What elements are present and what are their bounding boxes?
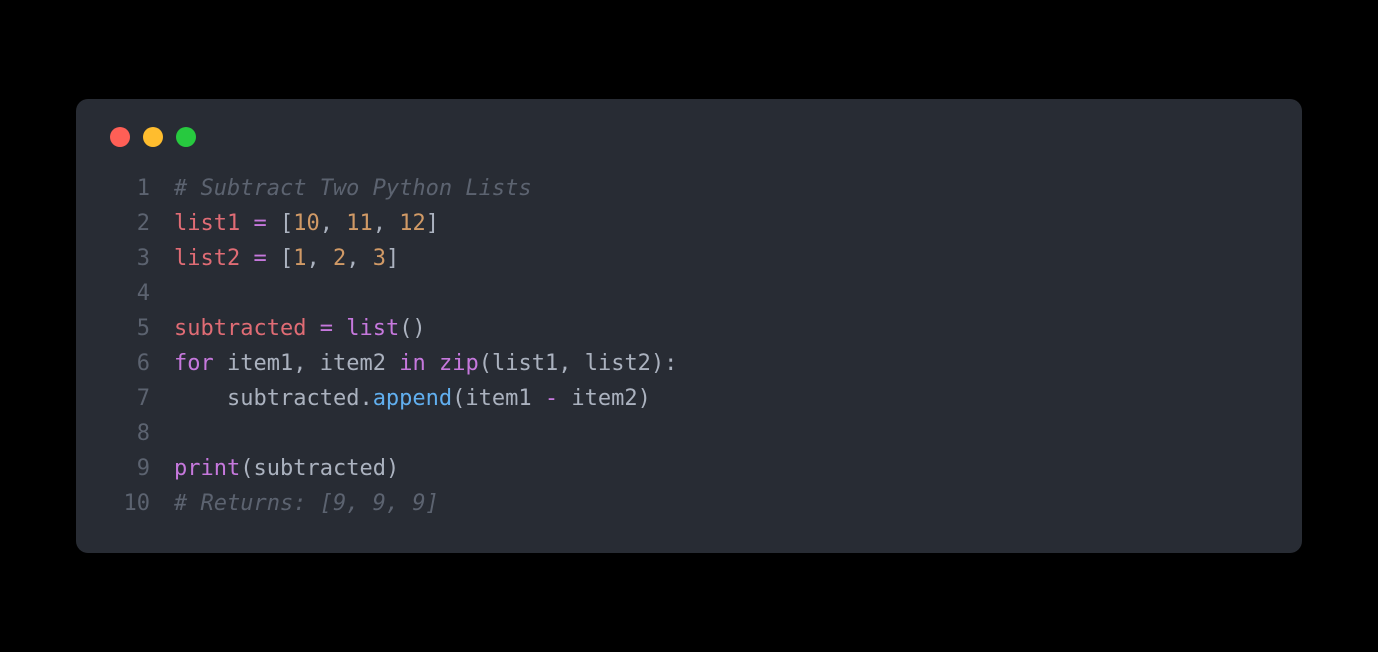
code-line[interactable]: 5 subtracted = list() [108, 311, 1270, 346]
code-token: # Returns: [9, 9, 9] [174, 491, 439, 516]
code-line[interactable]: 3list2 = [1, 2, 3] [108, 241, 1270, 276]
code-token [558, 386, 571, 411]
code-token: zip [439, 351, 479, 376]
code-token: list2 [585, 351, 651, 376]
code-line[interactable]: 6 for item1, item2 in zip(list1, list2): [108, 346, 1270, 381]
code-line[interactable]: 7 subtracted.append(item1 - item2) [108, 381, 1270, 416]
code-token: . [359, 386, 372, 411]
code-token: ): [651, 351, 678, 376]
line-number: 2 [108, 206, 150, 241]
code-token [532, 386, 545, 411]
minimize-icon[interactable] [143, 127, 163, 147]
code-line[interactable]: 4 [108, 276, 1270, 311]
line-number: 5 [108, 311, 150, 346]
code-token [386, 351, 399, 376]
code-token [267, 211, 280, 236]
code-line[interactable]: 10 # Returns: [9, 9, 9] [108, 486, 1270, 521]
line-number: 3 [108, 241, 150, 276]
code-token: = [253, 246, 266, 271]
line-number: 8 [108, 416, 150, 451]
code-token: in [399, 351, 426, 376]
code-token: , [373, 211, 400, 236]
code-token: 11 [346, 211, 373, 236]
line-number: 4 [108, 276, 150, 311]
line-number: 10 [108, 486, 150, 521]
code-token: for [174, 351, 214, 376]
code-token: item2 [571, 386, 637, 411]
line-content: # Subtract Two Python Lists [174, 171, 532, 206]
code-token: ( [479, 351, 492, 376]
code-token: subtracted [227, 386, 359, 411]
code-token: ) [386, 456, 399, 481]
code-token: # Subtract Two Python Lists [174, 176, 532, 201]
code-token: ( [452, 386, 465, 411]
code-token: append [373, 386, 452, 411]
code-line[interactable]: 9 print(subtracted) [108, 451, 1270, 486]
line-number: 1 [108, 171, 150, 206]
code-token [240, 211, 253, 236]
code-token: 1 [293, 246, 306, 271]
code-editor-window: 1# Subtract Two Python Lists2list1 = [10… [76, 99, 1302, 553]
code-token: = [320, 316, 333, 341]
code-token: ) [638, 386, 651, 411]
code-token: 2 [333, 246, 346, 271]
close-icon[interactable] [110, 127, 130, 147]
code-token: print [174, 456, 240, 481]
code-token [306, 316, 319, 341]
code-token: , [558, 351, 585, 376]
code-token [240, 246, 253, 271]
line-content: list2 = [1, 2, 3] [174, 241, 399, 276]
code-token: 12 [399, 211, 426, 236]
code-token [174, 386, 227, 411]
code-token: list1 [492, 351, 558, 376]
code-token: list2 [174, 246, 240, 271]
line-content: list1 = [10, 11, 12] [174, 206, 439, 241]
code-token [333, 316, 346, 341]
code-token: list [346, 316, 399, 341]
window-controls [110, 127, 1270, 147]
code-line[interactable]: 8 [108, 416, 1270, 451]
code-token: - [545, 386, 558, 411]
code-token: item1 [465, 386, 531, 411]
code-token: = [253, 211, 266, 236]
code-area[interactable]: 1# Subtract Two Python Lists2list1 = [10… [108, 171, 1270, 521]
line-number: 7 [108, 381, 150, 416]
code-line[interactable]: 2 list1 = [10, 11, 12] [108, 206, 1270, 241]
code-token: subtracted [253, 456, 385, 481]
code-token: item2 [320, 351, 386, 376]
line-content: # Returns: [9, 9, 9] [174, 486, 439, 521]
code-token: , [346, 246, 373, 271]
maximize-icon[interactable] [176, 127, 196, 147]
line-number: 6 [108, 346, 150, 381]
code-token: , [293, 351, 320, 376]
code-token: ( [240, 456, 253, 481]
code-token: list1 [174, 211, 240, 236]
line-content: print(subtracted) [174, 451, 399, 486]
line-number: 9 [108, 451, 150, 486]
code-token: [ [280, 211, 293, 236]
code-token [426, 351, 439, 376]
line-content: subtracted.append(item1 - item2) [174, 381, 651, 416]
code-token: , [320, 211, 347, 236]
code-token: , [306, 246, 333, 271]
line-content: for item1, item2 in zip(list1, list2): [174, 346, 677, 381]
code-token: item1 [227, 351, 293, 376]
code-token [267, 246, 280, 271]
code-token: [ [280, 246, 293, 271]
code-token [214, 351, 227, 376]
line-content: subtracted = list() [174, 311, 426, 346]
code-line[interactable]: 1 # Subtract Two Python Lists [108, 171, 1270, 206]
code-token: ] [386, 246, 399, 271]
code-token: subtracted [174, 316, 306, 341]
code-token: ] [426, 211, 439, 236]
code-token: 3 [373, 246, 386, 271]
code-token: 10 [293, 211, 320, 236]
code-token: () [399, 316, 426, 341]
